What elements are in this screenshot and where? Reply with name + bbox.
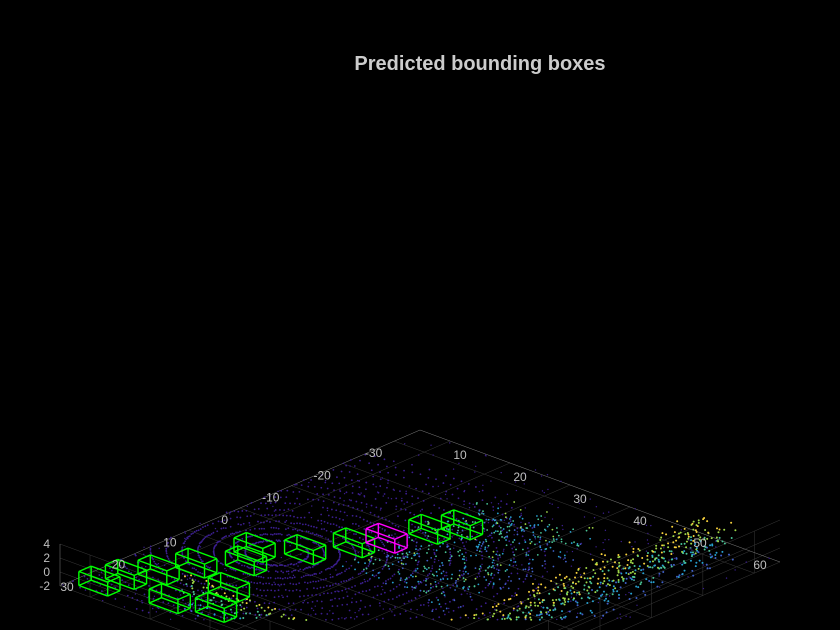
svg-text:10: 10 bbox=[163, 535, 177, 549]
svg-text:10: 10 bbox=[453, 448, 467, 462]
svg-text:40: 40 bbox=[633, 514, 647, 528]
svg-text:-30: -30 bbox=[365, 446, 383, 460]
svg-text:50: 50 bbox=[693, 536, 707, 550]
svg-text:60: 60 bbox=[753, 558, 767, 572]
svg-text:4: 4 bbox=[43, 537, 50, 551]
svg-text:0: 0 bbox=[221, 513, 228, 527]
svg-text:-2: -2 bbox=[39, 579, 50, 593]
svg-text:20: 20 bbox=[513, 470, 527, 484]
svg-text:-10: -10 bbox=[262, 491, 280, 505]
svg-text:0: 0 bbox=[43, 565, 50, 579]
chart-title: Predicted bounding boxes bbox=[354, 53, 605, 75]
svg-text:-20: -20 bbox=[314, 468, 332, 482]
lidar-3d-plot[interactable]: Predicted bounding boxes 102030405060-30… bbox=[0, 0, 840, 630]
svg-text:30: 30 bbox=[573, 492, 587, 506]
bbox bbox=[195, 592, 236, 622]
bbox bbox=[234, 533, 275, 563]
svg-text:2: 2 bbox=[43, 551, 50, 565]
svg-text:30: 30 bbox=[60, 580, 74, 594]
svg-text:20: 20 bbox=[112, 558, 126, 572]
